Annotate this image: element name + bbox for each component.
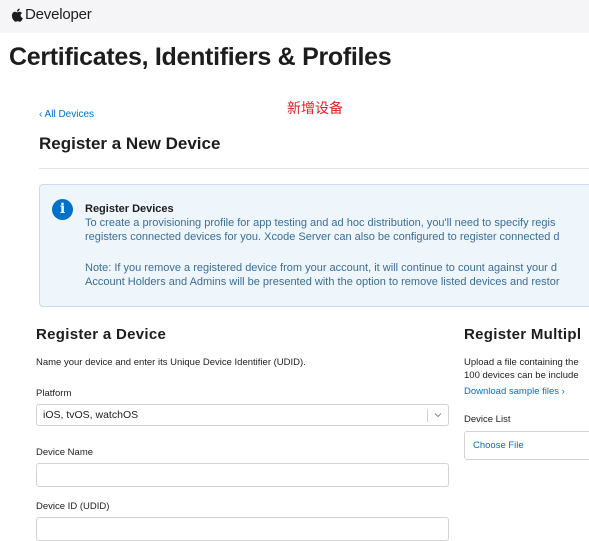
platform-select-value: iOS, tvOS, watchOS bbox=[43, 409, 139, 421]
register-multiple-heading: Register Multipl bbox=[464, 326, 582, 343]
info-notice: i Register Devices To create a provision… bbox=[39, 184, 589, 307]
device-name-label: Device Name bbox=[36, 447, 94, 458]
all-devices-link[interactable]: ‹ All Devices bbox=[39, 109, 94, 120]
platform-select[interactable]: iOS, tvOS, watchOS bbox=[36, 404, 449, 426]
notice-line: registers connected devices for you. Xco… bbox=[85, 231, 560, 243]
register-device-description: Name your device and enter its Unique De… bbox=[36, 357, 306, 368]
device-id-label: Device ID (UDID) bbox=[36, 501, 110, 512]
device-list-file-input[interactable]: Choose File bbox=[464, 431, 589, 460]
annotation-text: 新增设备 bbox=[287, 101, 343, 117]
info-icon: i bbox=[52, 199, 73, 220]
notice-line: Note: If you remove a registered device … bbox=[85, 262, 558, 274]
notice-line: To create a provisioning profile for app… bbox=[85, 217, 556, 229]
page-title: Certificates, Identifiers & Profiles bbox=[9, 43, 392, 71]
device-id-field[interactable] bbox=[36, 517, 449, 541]
notice-line: Account Holders and Admins will be prese… bbox=[85, 276, 560, 288]
download-sample-files-link[interactable]: Download sample files › bbox=[464, 386, 565, 397]
apple-logo-icon bbox=[11, 8, 23, 22]
notice-title: Register Devices bbox=[85, 203, 174, 215]
choose-file-button[interactable]: Choose File bbox=[473, 440, 524, 451]
section-title: Register a New Device bbox=[39, 134, 221, 153]
global-nav-bar: Developer bbox=[0, 0, 589, 33]
register-multiple-description: Upload a file containing the bbox=[464, 357, 579, 368]
developer-home-link[interactable]: Developer bbox=[10, 6, 92, 23]
device-list-label: Device List bbox=[464, 414, 511, 425]
device-name-field[interactable] bbox=[36, 463, 449, 487]
platform-label: Platform bbox=[36, 388, 72, 399]
select-separator bbox=[427, 409, 428, 422]
chevron-down-icon bbox=[434, 413, 442, 418]
register-device-heading: Register a Device bbox=[36, 326, 167, 343]
brand-name: Developer bbox=[25, 6, 92, 23]
divider bbox=[39, 168, 589, 169]
register-multiple-description: 100 devices can be include bbox=[464, 370, 579, 381]
